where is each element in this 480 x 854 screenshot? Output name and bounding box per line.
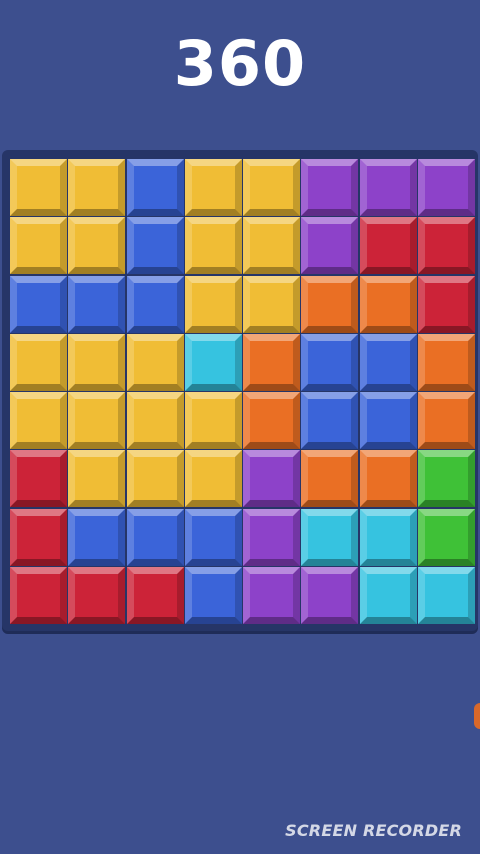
block-cell-r5-c5-orange[interactable] bbox=[243, 392, 301, 450]
block-cell-r5-c8-orange[interactable] bbox=[418, 392, 476, 450]
block-cell-r4-c7-blue[interactable] bbox=[359, 333, 417, 391]
offscreen-piece-edge[interactable] bbox=[474, 703, 480, 729]
block-cell-r5-c7-blue[interactable] bbox=[359, 392, 417, 450]
block-cell-r2-c5-yellow[interactable] bbox=[243, 217, 301, 275]
block-cell-r3-c6-orange[interactable] bbox=[301, 275, 359, 333]
block-cell-r8-c2-red[interactable] bbox=[68, 567, 126, 625]
block-cell-r6-c7-orange[interactable] bbox=[359, 450, 417, 508]
block-cell-r8-c3-red[interactable] bbox=[126, 567, 184, 625]
block-cell-r5-c4-yellow[interactable] bbox=[184, 392, 242, 450]
block-cell-r8-c1-red[interactable] bbox=[10, 567, 67, 625]
block-cell-r3-c5-yellow[interactable] bbox=[243, 275, 301, 333]
block-cell-r3-c8-red[interactable] bbox=[418, 275, 476, 333]
block-cell-r5-c6-blue[interactable] bbox=[301, 392, 359, 450]
block-cell-r5-c1-yellow[interactable] bbox=[10, 392, 67, 450]
block-cell-r4-c5-orange[interactable] bbox=[243, 333, 301, 391]
block-cell-r1-c5-yellow[interactable] bbox=[243, 159, 301, 216]
block-cell-r3-c3-blue[interactable] bbox=[126, 275, 184, 333]
block-cell-r7-c4-blue[interactable] bbox=[184, 508, 242, 566]
block-cell-r7-c8-green[interactable] bbox=[418, 508, 476, 566]
block-cell-r1-c7-purple[interactable] bbox=[359, 159, 417, 216]
block-cell-r8-c6-purple[interactable] bbox=[301, 567, 359, 625]
block-cell-r7-c1-red[interactable] bbox=[10, 508, 67, 566]
block-cell-r2-c4-yellow[interactable] bbox=[184, 217, 242, 275]
block-cell-r8-c7-cyan[interactable] bbox=[359, 567, 417, 625]
block-cell-r1-c8-purple[interactable] bbox=[418, 159, 476, 216]
block-cell-r7-c3-blue[interactable] bbox=[126, 508, 184, 566]
block-cell-r4-c3-yellow[interactable] bbox=[126, 333, 184, 391]
block-cell-r1-c3-blue[interactable] bbox=[126, 159, 184, 216]
block-cell-r6-c4-yellow[interactable] bbox=[184, 450, 242, 508]
block-cell-r6-c1-red[interactable] bbox=[10, 450, 67, 508]
score-display: 360 bbox=[173, 27, 307, 100]
block-cell-r2-c8-red[interactable] bbox=[418, 217, 476, 275]
block-cell-r5-c3-yellow[interactable] bbox=[126, 392, 184, 450]
block-cell-r6-c6-orange[interactable] bbox=[301, 450, 359, 508]
block-cell-r4-c4-cyan[interactable] bbox=[184, 333, 242, 391]
screen-recorder-watermark: SCREEN RECORDER bbox=[285, 821, 462, 840]
block-cell-r3-c2-blue[interactable] bbox=[68, 275, 126, 333]
block-cell-r5-c2-yellow[interactable] bbox=[68, 392, 126, 450]
block-cell-r2-c7-red[interactable] bbox=[359, 217, 417, 275]
game-board bbox=[2, 150, 478, 631]
block-cell-r8-c4-blue[interactable] bbox=[184, 567, 242, 625]
block-cell-r2-c2-yellow[interactable] bbox=[68, 217, 126, 275]
block-cell-r1-c6-purple[interactable] bbox=[301, 159, 359, 216]
block-cell-r8-c5-purple[interactable] bbox=[243, 567, 301, 625]
block-cell-r7-c2-blue[interactable] bbox=[68, 508, 126, 566]
block-cell-r1-c1-yellow[interactable] bbox=[10, 159, 67, 216]
block-grid bbox=[10, 159, 477, 626]
block-cell-r6-c5-purple[interactable] bbox=[243, 450, 301, 508]
block-cell-r4-c1-yellow[interactable] bbox=[10, 333, 67, 391]
block-cell-r8-c8-cyan[interactable] bbox=[418, 567, 476, 625]
block-cell-r6-c3-yellow[interactable] bbox=[126, 450, 184, 508]
block-cell-r6-c8-green[interactable] bbox=[418, 450, 476, 508]
block-cell-r2-c3-blue[interactable] bbox=[126, 217, 184, 275]
block-cell-r4-c8-orange[interactable] bbox=[418, 333, 476, 391]
block-cell-r2-c6-purple[interactable] bbox=[301, 217, 359, 275]
block-cell-r3-c1-blue[interactable] bbox=[10, 275, 67, 333]
block-cell-r1-c2-yellow[interactable] bbox=[68, 159, 126, 216]
block-cell-r6-c2-yellow[interactable] bbox=[68, 450, 126, 508]
block-cell-r3-c7-orange[interactable] bbox=[359, 275, 417, 333]
block-cell-r7-c7-cyan[interactable] bbox=[359, 508, 417, 566]
block-cell-r7-c5-purple[interactable] bbox=[243, 508, 301, 566]
block-cell-r7-c6-cyan[interactable] bbox=[301, 508, 359, 566]
block-cell-r4-c2-yellow[interactable] bbox=[68, 333, 126, 391]
block-cell-r1-c4-yellow[interactable] bbox=[184, 159, 242, 216]
block-cell-r2-c1-yellow[interactable] bbox=[10, 217, 67, 275]
block-cell-r4-c6-blue[interactable] bbox=[301, 333, 359, 391]
block-cell-r3-c4-yellow[interactable] bbox=[184, 275, 242, 333]
